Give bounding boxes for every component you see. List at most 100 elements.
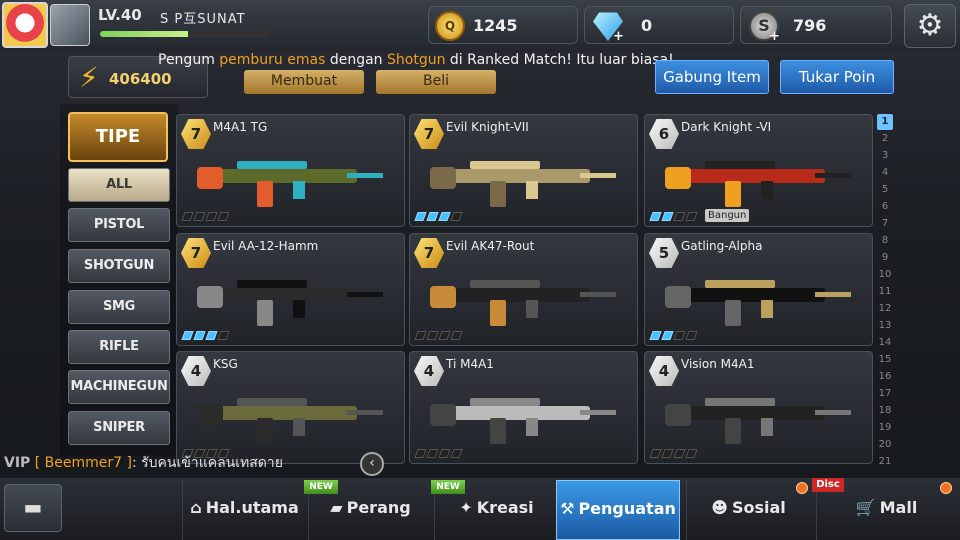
weapon-card[interactable]: 4 Vision M4A1 xyxy=(644,351,873,464)
nav-upgrade-label: Penguatan xyxy=(578,499,676,518)
weapon-card[interactable]: 5 Gatling-Alpha xyxy=(644,233,873,346)
tab-membuat[interactable]: Membuat xyxy=(244,70,364,94)
upgrade-pip xyxy=(181,212,194,221)
upgrade-pip xyxy=(438,449,451,458)
page-number[interactable]: 1 xyxy=(877,114,893,130)
category-pistol[interactable]: PISTOL xyxy=(68,208,170,242)
category-tipe-header[interactable]: TIPE xyxy=(68,112,168,162)
add-diamond-icon[interactable]: + xyxy=(613,29,624,44)
player-level: LV.40 xyxy=(98,6,142,24)
upgrade-pip xyxy=(673,212,686,221)
join-item-button[interactable]: Gabung Item xyxy=(655,60,769,94)
weapon-upgrade-pips xyxy=(181,212,230,221)
weapon-card[interactable]: 7 Evil Knight-VII xyxy=(409,114,638,227)
gold-counter[interactable]: Q 1245 xyxy=(428,6,578,44)
game-lobby-screen: LV.40 S P互SUNAT Q 1245 + 0 S + 796 ⚙ ⚡ 4… xyxy=(0,0,960,540)
weapon-card[interactable]: 4 Ti M4A1 xyxy=(409,351,638,464)
upgrade-pip xyxy=(193,212,206,221)
category-smg[interactable]: SMG xyxy=(68,290,170,324)
page-number[interactable]: 10 xyxy=(877,267,893,283)
page-number[interactable]: 15 xyxy=(877,352,893,368)
exchange-point-button[interactable]: Tukar Poin xyxy=(780,60,894,94)
ticker-suffix: di Ranked Match! Itu luar biasa! xyxy=(449,52,674,68)
weapon-card[interactable]: 7 Evil AA-12-Hamm xyxy=(176,233,405,346)
upgrade-pip xyxy=(205,212,218,221)
lightning-icon: ⚡ xyxy=(79,61,99,94)
chat-message: : รับคนเข้าแคลนเทสดาย xyxy=(131,455,283,471)
page-number[interactable]: 11 xyxy=(877,284,893,300)
category-all[interactable]: ALL xyxy=(68,168,170,202)
weapon-image xyxy=(430,161,616,207)
nav-upgrade[interactable]: ⚒ Penguatan xyxy=(556,480,680,540)
page-number[interactable]: 4 xyxy=(877,165,893,181)
weapon-name: Gatling-Alpha xyxy=(681,239,763,253)
chat-username[interactable]: [ Beemmer7 ] xyxy=(35,455,132,471)
weapon-image xyxy=(197,398,383,444)
page-number[interactable]: 12 xyxy=(877,301,893,317)
upgrade-pip xyxy=(205,331,218,340)
xp-bar xyxy=(100,31,270,37)
weapon-name: Ti M4A1 xyxy=(446,357,494,371)
add-s-point-icon[interactable]: + xyxy=(769,29,780,44)
page-number[interactable]: 3 xyxy=(877,148,893,164)
new-badge: NEW xyxy=(431,480,465,494)
notification-dot xyxy=(796,482,808,494)
weapon-upgrade-pips xyxy=(649,212,698,221)
s-point-value: 796 xyxy=(793,16,827,35)
weapon-card[interactable]: 7 M4A1 TG xyxy=(176,114,405,227)
tab-beli[interactable]: Beli xyxy=(376,70,496,94)
nav-home[interactable]: ⌂ Hal.utama xyxy=(182,480,306,540)
category-machinegun[interactable]: MACHINEGUN xyxy=(68,370,170,404)
page-number[interactable]: 17 xyxy=(877,386,893,402)
diamond-counter[interactable]: + 0 xyxy=(584,6,734,44)
upgrade-pip xyxy=(661,212,674,221)
page-number[interactable]: 2 xyxy=(877,131,893,147)
page-number[interactable]: 18 xyxy=(877,403,893,419)
weapon-image xyxy=(665,161,851,207)
page-number[interactable]: 20 xyxy=(877,437,893,453)
upgrade-pip xyxy=(673,449,686,458)
page-number[interactable]: 7 xyxy=(877,216,893,232)
chat-line[interactable]: VIP [ Beemmer7 ]: รับคนเข้าแคลนเทสดาย xyxy=(4,452,283,474)
weapon-name: M4A1 TG xyxy=(213,120,268,134)
weapon-card[interactable]: 7 Evil AK47-Rout xyxy=(409,233,638,346)
chat-icon[interactable]: ▬ xyxy=(4,484,62,532)
page-number[interactable]: 9 xyxy=(877,250,893,266)
page-number[interactable]: 8 xyxy=(877,233,893,249)
page-number[interactable]: 21 xyxy=(877,454,893,470)
chevron-left-icon[interactable]: ‹ xyxy=(360,452,384,476)
category-sniper[interactable]: SNIPER xyxy=(68,411,170,445)
category-rifle[interactable]: RIFLE xyxy=(68,330,170,364)
diamond-value: 0 xyxy=(641,16,653,35)
notification-dot xyxy=(940,482,952,494)
ticker-weapon: Shotgun xyxy=(387,52,446,68)
upgrade-pip xyxy=(438,212,451,221)
player-name: S P互SUNAT xyxy=(160,12,246,27)
new-badge: NEW xyxy=(304,480,338,494)
settings-gear-icon[interactable]: ⚙ xyxy=(904,4,956,48)
weapon-image xyxy=(430,280,616,326)
weapon-upgrade-pips xyxy=(181,331,230,340)
weapon-image xyxy=(197,161,383,207)
nav-war-label: Perang xyxy=(346,498,411,517)
announcement-ticker: Pengum pemburu emas dengan Shotgun di Ra… xyxy=(158,52,674,68)
page-number[interactable]: 6 xyxy=(877,199,893,215)
page-number[interactable]: 5 xyxy=(877,182,893,198)
discount-badge: Disc xyxy=(812,478,844,492)
weapon-upgrade-pips xyxy=(414,212,463,221)
weapon-card[interactable]: 4 KSG xyxy=(176,351,405,464)
page-number[interactable]: 14 xyxy=(877,335,893,351)
page-number[interactable]: 16 xyxy=(877,369,893,385)
weapon-card[interactable]: 6 Dark Knight -VI Bangun xyxy=(644,114,873,227)
s-point-counter[interactable]: S + 796 xyxy=(740,6,892,44)
category-shotgun[interactable]: SHOTGUN xyxy=(68,249,170,283)
nav-create-label: Kreasi xyxy=(476,498,534,517)
ticker-name: pemburu emas xyxy=(219,52,326,68)
upgrade-pip xyxy=(673,331,686,340)
page-number[interactable]: 19 xyxy=(877,420,893,436)
page-number[interactable]: 13 xyxy=(877,318,893,334)
weapon-upgrade-pips xyxy=(414,449,463,458)
weapon-tag: Bangun xyxy=(705,209,750,222)
nav-social[interactable]: ☻ Sosial xyxy=(686,480,810,540)
player-avatar[interactable] xyxy=(2,2,48,48)
